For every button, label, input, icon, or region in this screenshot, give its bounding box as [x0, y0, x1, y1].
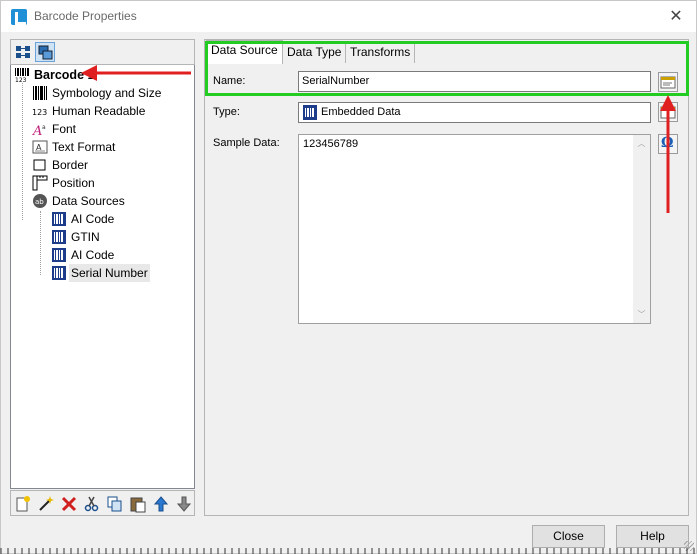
tree-item-label: Text Format — [52, 140, 116, 154]
type-select[interactable]: Embedded Data — [298, 102, 651, 123]
scroll-up-icon[interactable]: ︿ — [637, 139, 646, 148]
wizard-button[interactable] — [37, 495, 55, 513]
tree-item-label: Font — [52, 122, 77, 136]
sample-data-label: Sample Data: — [213, 137, 280, 149]
expand-icon — [16, 46, 30, 58]
data-source-icon — [52, 212, 66, 226]
layers-icon — [38, 45, 53, 60]
new-document-icon — [16, 496, 30, 512]
title-bar: Barcode Properties ✕ — [1, 1, 696, 32]
close-window-button[interactable]: ✕ — [664, 5, 688, 27]
data-source-icon — [52, 230, 66, 244]
data-source-icon — [52, 248, 66, 262]
arrow-down-icon — [176, 496, 192, 512]
expand-tree-button[interactable] — [13, 42, 33, 62]
close-button[interactable]: Close — [532, 525, 605, 548]
copy-icon — [107, 496, 122, 512]
sample-data-value: 123456789 — [303, 138, 359, 150]
barcode-lines-icon — [33, 86, 47, 100]
cut-button[interactable] — [83, 495, 101, 513]
tree-item-label: AI Code — [71, 212, 115, 226]
tree-item-label: Position — [52, 176, 95, 190]
tree-item-label: Border — [52, 158, 89, 172]
annotation-arrow-up — [660, 95, 676, 213]
border-square-icon — [33, 159, 46, 171]
numbers-123-icon: 123 — [32, 108, 47, 117]
magic-wand-icon — [39, 496, 54, 511]
paste-icon — [130, 497, 146, 513]
svg-text:ab: ab — [35, 198, 44, 206]
svg-text:A: A — [32, 124, 42, 137]
copy-button[interactable] — [106, 495, 124, 513]
arrow-up-icon — [153, 496, 169, 512]
embedded-data-icon — [303, 105, 317, 120]
sample-data-scrollbar[interactable]: ︿ ﹀ — [633, 135, 650, 323]
scroll-down-icon[interactable]: ﹀ — [637, 310, 646, 319]
text-format-icon: A — [32, 140, 48, 154]
background-edge — [0, 548, 697, 554]
barcode-properties-window: Barcode Properties ✕ 123 Barcode 1 Symbo… — [0, 0, 697, 554]
tree-item-label: Data Sources — [52, 194, 125, 208]
scissors-icon — [84, 496, 99, 512]
data-source-icon — [52, 266, 66, 280]
highlight-box — [205, 41, 689, 96]
tree-item-label: Human Readable — [52, 104, 146, 118]
font-icon: A a — [32, 124, 46, 137]
help-button[interactable]: Help — [616, 525, 689, 548]
tree-item-label: AI Code — [71, 248, 115, 262]
window-title: Barcode Properties — [34, 9, 137, 23]
type-label: Type: — [213, 106, 240, 118]
app-logo-icon — [11, 9, 27, 25]
type-value: Embedded Data — [321, 106, 401, 118]
sample-data-textarea[interactable]: 123456789 ︿ ﹀ — [298, 134, 651, 324]
svg-text:123: 123 — [15, 77, 27, 83]
barcode-icon: 123 — [15, 68, 29, 83]
tree-connector — [22, 83, 23, 220]
tree-actions-toolbar — [10, 490, 195, 516]
data-sources-icon: ab — [33, 194, 47, 208]
annotation-arrow-left — [81, 65, 191, 81]
barcode-tree: 123 Barcode 1 Symbology and Size 123 Hum… — [10, 65, 195, 489]
svg-text:a: a — [42, 124, 46, 131]
delete-button[interactable] — [60, 495, 78, 513]
new-item-button[interactable] — [14, 495, 32, 513]
tree-connector — [40, 211, 41, 275]
ruler-icon — [32, 175, 48, 191]
tree-toolbar — [10, 39, 195, 65]
delete-x-icon — [61, 496, 77, 512]
move-down-button[interactable] — [175, 495, 193, 513]
tree-item-label: Symbology and Size — [52, 86, 162, 100]
collapse-tree-button[interactable] — [35, 42, 55, 62]
tree-item-label: GTIN — [71, 230, 100, 244]
paste-button[interactable] — [129, 495, 147, 513]
tree-item-label-selected: Serial Number — [69, 264, 150, 282]
move-up-button[interactable] — [152, 495, 170, 513]
svg-text:123: 123 — [32, 108, 47, 117]
